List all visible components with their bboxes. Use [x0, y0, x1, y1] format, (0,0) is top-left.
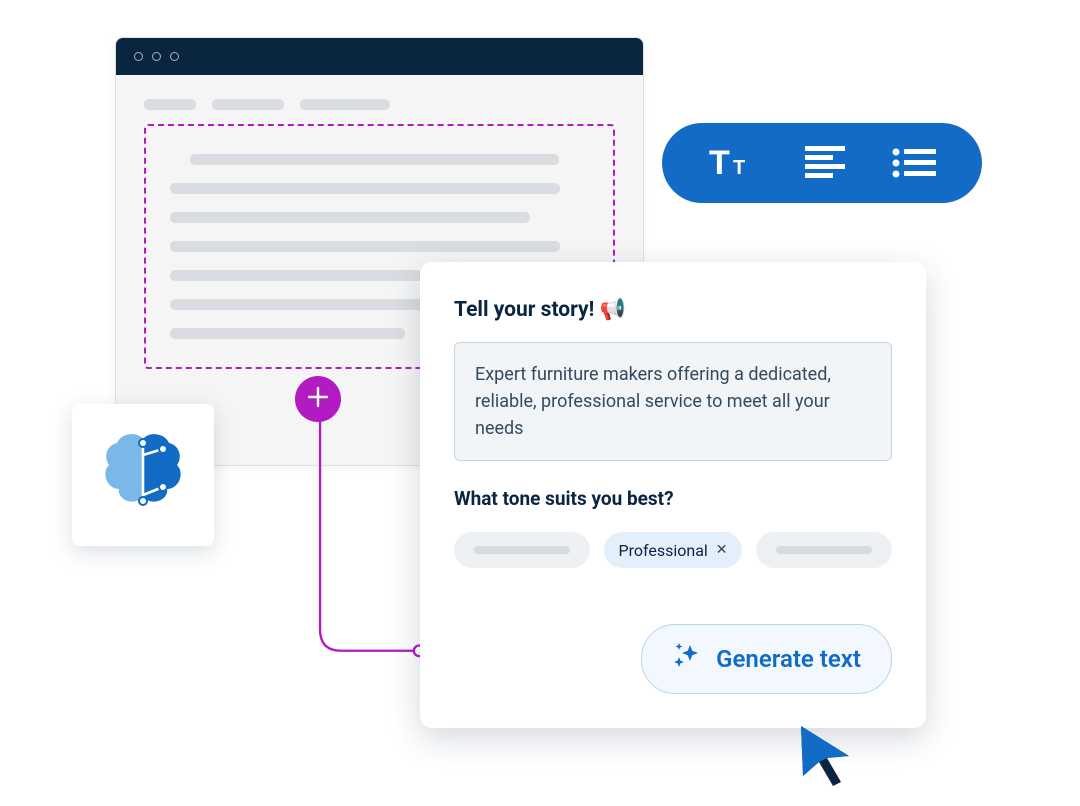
align-icon[interactable] [805, 146, 845, 180]
tone-chip-placeholder[interactable] [756, 532, 892, 568]
text-size-icon[interactable]: T T [709, 144, 759, 182]
plus-icon [307, 386, 329, 412]
sparkle-icon [672, 641, 702, 677]
list-icon[interactable] [892, 148, 936, 178]
panel-title: Tell your story! 📢 [454, 298, 892, 322]
ai-brain-icon [97, 427, 189, 523]
window-dot [152, 52, 161, 61]
chip-remove-icon[interactable]: ✕ [716, 542, 728, 558]
ai-story-panel: Tell your story! 📢 Expert furniture make… [420, 262, 926, 728]
text-line-placeholder [190, 154, 559, 165]
browser-titlebar [116, 38, 643, 75]
text-line-placeholder [170, 241, 560, 252]
tone-chip-label: Professional [618, 541, 707, 560]
tone-chip-row: Professional ✕ [454, 532, 892, 568]
tone-chip-selected[interactable]: Professional ✕ [604, 532, 741, 568]
text-line-placeholder [170, 183, 560, 194]
window-dot [134, 52, 143, 61]
text-line-placeholder [170, 328, 405, 339]
tab-placeholder [212, 99, 284, 110]
window-controls [134, 52, 179, 61]
generate-text-button[interactable]: Generate text [641, 624, 892, 694]
ai-brain-card [72, 404, 214, 546]
tone-question-label: What tone suits you best? [454, 487, 892, 510]
tab-placeholder [300, 99, 390, 110]
tabs-row [116, 75, 643, 116]
generate-button-label: Generate text [716, 645, 861, 673]
window-dot [170, 52, 179, 61]
story-input[interactable]: Expert furniture makers offering a dedic… [454, 342, 892, 461]
svg-text:T: T [709, 144, 730, 182]
formatting-toolbar: T T [662, 123, 982, 203]
svg-text:T: T [733, 157, 745, 179]
add-block-button[interactable] [295, 376, 341, 422]
text-line-placeholder [170, 212, 530, 223]
cursor-arrow-icon [795, 722, 859, 790]
tone-chip-placeholder[interactable] [454, 532, 590, 568]
text-line-placeholder [170, 270, 447, 281]
tab-placeholder [144, 99, 196, 110]
